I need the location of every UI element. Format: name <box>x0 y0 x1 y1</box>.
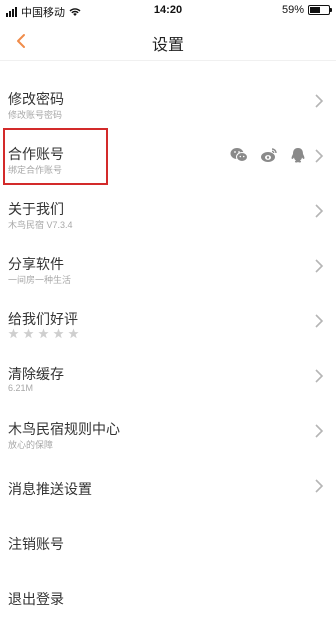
item-subtitle: 修改账号密码 <box>8 110 63 120</box>
chevron-right-icon <box>315 94 324 108</box>
item-subtitle: 6.21M <box>8 383 34 393</box>
nav-divider <box>0 60 336 61</box>
chevron-right-icon <box>315 204 324 218</box>
chevron-right-icon <box>315 479 324 493</box>
highlight-box <box>3 128 108 185</box>
settings-item-logout[interactable]: 退出登录 <box>0 569 336 624</box>
item-title: 关于我们 <box>8 201 64 217</box>
star-icon <box>53 328 64 339</box>
item-title: 给我们好评 <box>8 311 78 327</box>
settings-item-about-us[interactable]: 关于我们 木鸟民宿 V7.3.4 <box>0 184 336 239</box>
status-bar-right: 59% <box>281 4 332 16</box>
chevron-right-icon <box>315 314 324 328</box>
chevron-right-icon <box>315 259 324 273</box>
chevron-right-icon <box>315 369 324 383</box>
item-subtitle: 木鸟民宿 V7.3.4 <box>8 220 73 230</box>
settings-item-rules-center[interactable]: 木鸟民宿规则中心 放心的保障 <box>0 404 336 459</box>
star-icon <box>8 328 19 339</box>
battery-percent: 59% <box>281 4 304 16</box>
settings-item-rate-us[interactable]: 给我们好评 <box>0 294 336 349</box>
star-icon <box>38 328 49 339</box>
settings-item-push-settings[interactable]: 消息推送设置 <box>0 459 336 514</box>
item-subtitle: 一间房一种生活 <box>8 275 72 285</box>
settings-item-change-password[interactable]: 修改密码 修改账号密码 <box>0 74 336 129</box>
rating-stars <box>8 328 79 339</box>
battery-icon <box>308 5 332 15</box>
nav-bar: 设置 <box>0 22 336 60</box>
item-subtitle: 放心的保障 <box>8 440 54 450</box>
item-title: 木鸟民宿规则中心 <box>8 421 120 437</box>
item-title: 分享软件 <box>8 256 64 272</box>
status-bar: 中国移动 14:20 59% <box>0 0 336 22</box>
weibo-icon[interactable] <box>260 147 278 163</box>
page-title: 设置 <box>151 37 184 54</box>
wechat-icon[interactable] <box>230 147 248 163</box>
partner-icons <box>230 147 306 164</box>
item-title: 消息推送设置 <box>8 481 92 497</box>
item-title: 清除缓存 <box>8 366 64 382</box>
settings-item-clear-cache[interactable]: 清除缓存 6.21M <box>0 349 336 404</box>
item-title: 修改密码 <box>8 91 64 107</box>
qq-icon[interactable] <box>290 147 306 164</box>
chevron-right-icon <box>315 424 324 438</box>
item-title: 注销账号 <box>8 536 64 552</box>
star-icon <box>23 328 34 339</box>
settings-item-delete-account[interactable]: 注销账号 <box>0 514 336 569</box>
star-icon <box>68 328 79 339</box>
item-title: 退出登录 <box>8 591 64 607</box>
settings-item-share-app[interactable]: 分享软件 一间房一种生活 <box>0 239 336 294</box>
chevron-right-icon <box>315 149 324 163</box>
